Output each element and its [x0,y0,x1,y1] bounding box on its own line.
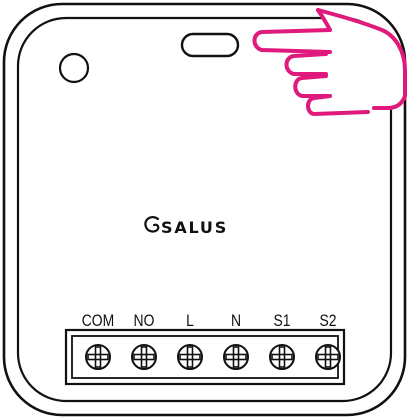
terminal-label-com: COM [82,312,115,331]
terminal-label-l: L [186,312,194,331]
terminal-screw-icon [223,344,249,370]
brand-name: SALUS [161,218,228,237]
terminal-screw-icon [269,344,295,370]
terminal-label-no: NO [134,312,155,331]
relay-module-diagram: SALUS COM NO L N S1 S2 [2,2,407,417]
terminal-label-s1: S1 [273,312,290,331]
terminal-screw-icon [131,344,157,370]
terminal-label-n: N [231,312,241,331]
terminal-screw-icon [315,344,341,370]
terminal-screw-icon [177,344,203,370]
terminal-screw-icon [85,344,111,370]
terminal-label-s2: S2 [319,312,336,331]
config-button[interactable] [180,32,240,58]
